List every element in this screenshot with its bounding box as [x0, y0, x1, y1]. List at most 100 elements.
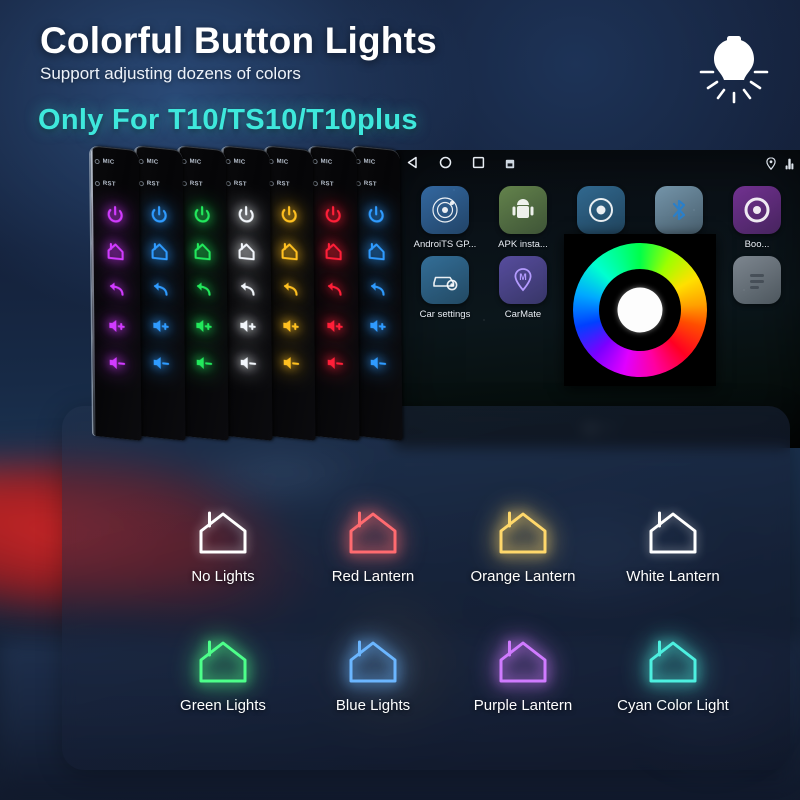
car-gear-icon[interactable] [421, 256, 469, 304]
rst-label: RST [146, 180, 160, 188]
legend-label: Red Lantern [331, 568, 415, 585]
rst-pinhole-icon [225, 180, 231, 186]
power-icon[interactable] [265, 193, 313, 235]
mic-label: MIC [189, 158, 202, 166]
back-icon[interactable] [135, 267, 183, 309]
mic-port: MIC [355, 154, 400, 173]
page-title: Colorful Button Lights [40, 20, 437, 61]
back-icon[interactable] [353, 267, 401, 309]
legend-item: Orange Lantern [448, 502, 598, 585]
home-icon[interactable] [265, 230, 313, 272]
legend-item: Cyan Color Light [598, 631, 748, 714]
volume-down-icon[interactable] [136, 342, 184, 384]
app-label: APK insta... [498, 239, 548, 250]
volume-up-icon[interactable] [353, 305, 401, 347]
app-label: Car settings [419, 309, 471, 320]
rst-port: RST [94, 176, 139, 195]
back-icon[interactable] [179, 267, 227, 309]
power-icon[interactable] [91, 193, 139, 235]
recents-square-icon[interactable] [472, 156, 485, 174]
volume-up-icon[interactable] [310, 305, 358, 347]
power-icon[interactable] [352, 193, 400, 235]
volume-up-icon[interactable] [136, 305, 184, 347]
legend-label: No Lights [191, 568, 255, 585]
carmate-icon[interactable]: M [499, 256, 547, 304]
selected-color-swatch[interactable] [617, 287, 663, 333]
legend-card: No Lights Red Lantern Orange Lantern White … [62, 406, 790, 770]
volume-up-icon[interactable] [223, 305, 271, 347]
hue-ring[interactable] [573, 243, 707, 377]
signal-icon [785, 157, 794, 175]
house-light-icon [598, 502, 748, 558]
app-icon-blank[interactable] [718, 256, 796, 320]
button-panel-purple-0: MIC RST [90, 145, 142, 441]
screenshot-icon[interactable] [505, 156, 515, 174]
rst-port: RST [138, 176, 182, 195]
mic-port: MIC [312, 154, 356, 173]
app-icon-boo[interactable]: Boo... [718, 186, 796, 250]
back-icon[interactable] [309, 267, 357, 309]
mic-pinhole-icon [94, 158, 100, 164]
rst-pinhole-icon [138, 180, 144, 186]
volume-down-icon[interactable] [354, 342, 402, 384]
rst-pinhole-icon [94, 180, 100, 186]
power-icon[interactable] [221, 193, 269, 235]
house-light-icon [598, 631, 748, 687]
app-label: AndroiTS GP... [413, 239, 477, 250]
home-icon[interactable] [178, 230, 226, 272]
power-icon[interactable] [178, 193, 226, 235]
back-triangle-icon[interactable] [406, 156, 419, 174]
gps-radar-icon[interactable] [421, 186, 469, 234]
button-panel-orange-4: MIC RST [264, 145, 316, 441]
back-icon[interactable] [266, 267, 314, 309]
volume-up-icon[interactable] [92, 305, 140, 347]
mic-pinhole-icon [138, 158, 144, 164]
volume-down-icon[interactable] [223, 342, 271, 384]
house-light-icon [148, 631, 298, 687]
mic-label: MIC [320, 158, 333, 166]
mic-port: MIC [225, 154, 269, 173]
mic-label: MIC [276, 158, 289, 166]
rst-label: RST [276, 180, 290, 188]
app-icon-apk-insta[interactable]: APK insta... [484, 186, 562, 250]
home-icon[interactable] [222, 230, 270, 272]
volume-up-icon[interactable] [179, 305, 227, 347]
app-icon-car-settings[interactable]: Car settings [406, 256, 484, 320]
volume-down-icon[interactable] [180, 342, 228, 384]
volume-down-icon[interactable] [310, 342, 358, 384]
house-light-icon [448, 502, 598, 558]
legend-label: White Lantern [626, 568, 720, 585]
home-icon[interactable] [352, 230, 400, 272]
app-label: CarMate [504, 309, 542, 320]
chrome-icon[interactable] [577, 186, 625, 234]
volume-down-icon[interactable] [267, 342, 315, 384]
booking-icon[interactable] [733, 186, 781, 234]
app-icon-carmate[interactable]: M CarMate [484, 256, 562, 320]
home-icon[interactable] [91, 230, 139, 272]
app-icon-androits-gp[interactable]: AndroiTS GP... [406, 186, 484, 250]
back-icon[interactable] [92, 267, 140, 309]
color-wheel-picker[interactable] [564, 234, 716, 386]
bluetooth-icon[interactable] [655, 186, 703, 234]
home-icon[interactable] [309, 230, 357, 272]
button-panel-blue-6: MIC RST [351, 145, 403, 441]
mic-label: MIC [102, 158, 115, 166]
power-icon[interactable] [134, 193, 182, 235]
volume-down-icon[interactable] [93, 342, 141, 384]
back-icon[interactable] [222, 267, 270, 309]
power-icon[interactable] [308, 193, 356, 235]
rst-port: RST [355, 176, 400, 195]
placeholder-icon[interactable] [733, 256, 781, 304]
volume-up-icon[interactable] [266, 305, 314, 347]
home-circle-icon[interactable] [439, 156, 452, 174]
legend-item: Green Lights [148, 631, 298, 714]
svg-text:M: M [519, 272, 527, 282]
legend-item: Purple Lantern [448, 631, 598, 714]
android-icon[interactable] [499, 186, 547, 234]
legend-item: No Lights [148, 502, 298, 585]
legend-item: Blue Lights [298, 631, 448, 714]
mic-label: MIC [233, 158, 246, 166]
rst-pinhole-icon [312, 180, 318, 186]
home-icon[interactable] [135, 230, 183, 272]
house-light-icon [148, 502, 298, 558]
